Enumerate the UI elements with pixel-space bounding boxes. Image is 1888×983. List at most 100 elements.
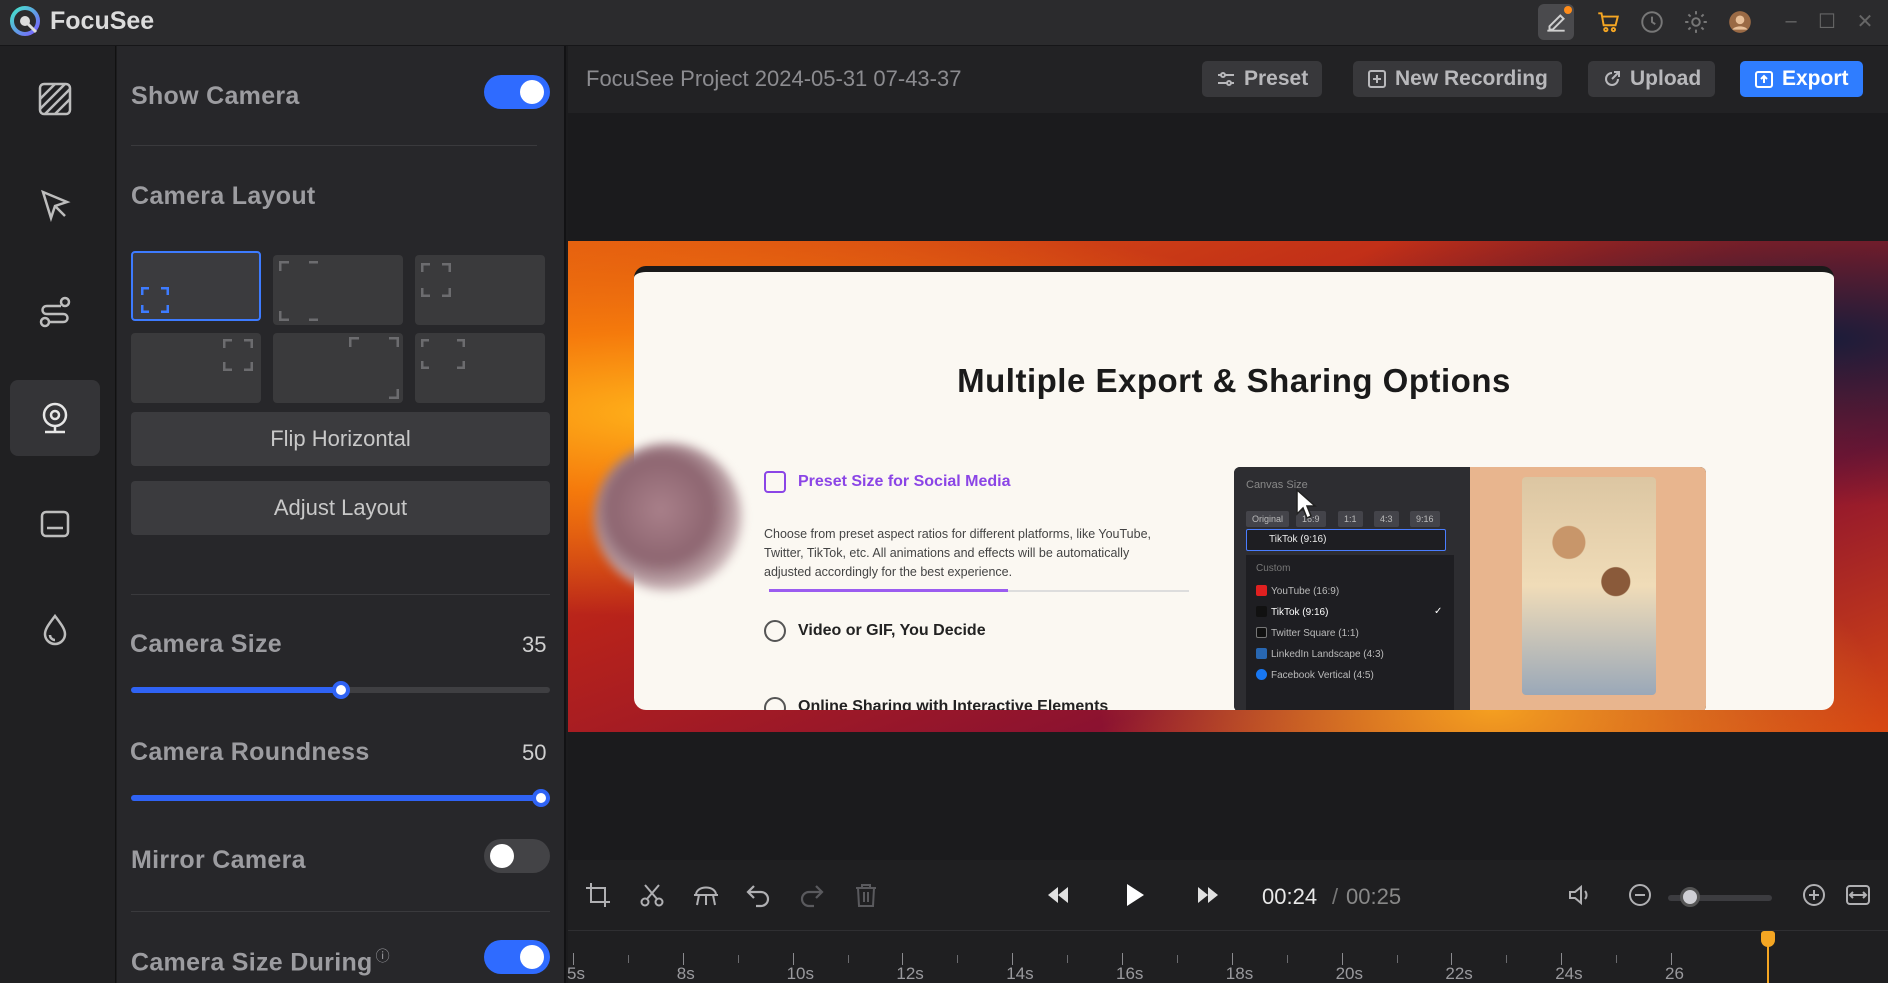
redo-icon bbox=[800, 885, 824, 908]
timeline-ruler[interactable]: 5s 8s 10s 12s 14s 16s 18s 20s 22s 24s 26 bbox=[567, 930, 1888, 983]
sliders-icon bbox=[1218, 72, 1234, 86]
mock-chip: 9:16 bbox=[1410, 511, 1440, 527]
camera-roundness-value: 50 bbox=[522, 740, 547, 765]
mouse-cursor-icon bbox=[1296, 488, 1317, 520]
rail-captions-button[interactable] bbox=[10, 486, 100, 562]
undo-button[interactable] bbox=[740, 877, 776, 913]
speed-button[interactable] bbox=[688, 877, 724, 913]
timeline-minor-tick bbox=[1506, 955, 1508, 963]
camera-overlay[interactable] bbox=[594, 443, 742, 591]
playhead-handle[interactable] bbox=[1761, 931, 1775, 947]
timeline-zoom-thumb[interactable] bbox=[1680, 887, 1700, 907]
flip-horizontal-button[interactable]: Flip Horizontal bbox=[131, 412, 550, 466]
camera-roundness-slider[interactable] bbox=[131, 789, 550, 807]
camera-size-value: 35 bbox=[522, 632, 547, 657]
annotate-icon[interactable] bbox=[1538, 4, 1574, 40]
layout-option-top-left-small[interactable] bbox=[415, 333, 545, 403]
project-name: FocuSee Project 2024-05-31 07-43-37 bbox=[586, 66, 962, 91]
check-icon: ✓ bbox=[1434, 606, 1443, 617]
volume-button[interactable] bbox=[1562, 877, 1598, 913]
caption-icon bbox=[40, 510, 70, 538]
timeline-minor-tick bbox=[627, 955, 629, 963]
upload-icon bbox=[1605, 71, 1620, 86]
user-avatar-icon[interactable] bbox=[1722, 4, 1758, 40]
minimize-button[interactable]: – bbox=[1776, 6, 1806, 36]
show-camera-toggle[interactable] bbox=[484, 75, 550, 109]
tool-rail bbox=[0, 46, 116, 983]
layout-option-top-left[interactable] bbox=[415, 255, 545, 325]
preset-button[interactable]: Preset bbox=[1202, 61, 1323, 97]
mock-chip: Original bbox=[1246, 511, 1290, 527]
preview-stage[interactable]: Multiple Export & Sharing Options Preset… bbox=[568, 113, 1888, 863]
rail-cursor-button[interactable] bbox=[10, 168, 100, 244]
upload-button[interactable]: Upload bbox=[1588, 61, 1716, 97]
rail-effects-button[interactable] bbox=[10, 592, 100, 668]
volume-icon bbox=[1569, 884, 1588, 906]
timeline-tick-label: 18s bbox=[1225, 964, 1254, 983]
recorded-screen: Multiple Export & Sharing Options Preset… bbox=[634, 266, 1834, 710]
new-recording-button[interactable]: New Recording bbox=[1353, 61, 1562, 97]
close-button[interactable]: ✕ bbox=[1850, 6, 1880, 36]
trash-icon bbox=[856, 884, 876, 907]
timeline-minor-tick bbox=[737, 955, 739, 963]
settings-gear-icon[interactable] bbox=[1678, 4, 1714, 40]
cart-icon[interactable] bbox=[1590, 4, 1626, 40]
fast-forward-button[interactable] bbox=[1190, 877, 1226, 913]
show-camera-label: Show Camera bbox=[131, 82, 300, 110]
feature-title-sharing: Online Sharing with Interactive Elements bbox=[798, 698, 1109, 710]
mirror-camera-toggle[interactable] bbox=[484, 839, 550, 873]
add-box-icon bbox=[1368, 70, 1386, 88]
fit-timeline-button[interactable] bbox=[1840, 877, 1876, 913]
zoom-in-icon bbox=[1803, 884, 1825, 906]
path-icon bbox=[39, 296, 71, 328]
current-time: 00:24 bbox=[1262, 884, 1318, 909]
layout-option-top-right[interactable] bbox=[131, 333, 261, 403]
playback-controls: 00:24 / 00:25 bbox=[568, 860, 1888, 930]
focusee-window: FocuSee – ☐ ✕ Show Camera Camera Layout … bbox=[0, 0, 1888, 983]
mock-option: Facebook Vertical (4:5) bbox=[1256, 669, 1374, 681]
history-icon[interactable] bbox=[1634, 4, 1670, 40]
cut-button[interactable] bbox=[634, 877, 670, 913]
info-icon[interactable]: ⓘ bbox=[376, 948, 390, 964]
layout-option-right-half[interactable] bbox=[273, 333, 403, 403]
title-bar: FocuSee – ☐ ✕ bbox=[0, 0, 1888, 46]
rail-camera-button[interactable] bbox=[10, 380, 100, 456]
timeline-minor-tick bbox=[1176, 955, 1178, 963]
fast-forward-icon bbox=[1198, 887, 1218, 903]
layout-option-left-half[interactable] bbox=[273, 255, 403, 325]
camera-roundness-slider-thumb[interactable] bbox=[532, 789, 550, 807]
adjust-layout-button[interactable]: Adjust Layout bbox=[131, 481, 550, 535]
play-button[interactable] bbox=[1116, 877, 1152, 913]
app-title: FocuSee bbox=[50, 7, 155, 35]
camera-size-slider[interactable] bbox=[131, 681, 550, 699]
rewind-button[interactable] bbox=[1040, 877, 1076, 913]
divider bbox=[131, 911, 550, 912]
timeline-minor-tick bbox=[847, 955, 849, 963]
layout-option-bottom-left[interactable] bbox=[131, 251, 261, 321]
feature-title-video-gif: Video or GIF, You Decide bbox=[798, 622, 986, 639]
camera-roundness-label: Camera Roundness bbox=[130, 738, 370, 766]
crop-button[interactable] bbox=[580, 877, 616, 913]
undo-icon bbox=[746, 885, 770, 908]
export-icon bbox=[1755, 71, 1773, 88]
export-button[interactable]: Export bbox=[1740, 61, 1863, 97]
maximize-button[interactable]: ☐ bbox=[1812, 6, 1842, 36]
rail-background-button[interactable] bbox=[10, 61, 100, 137]
mock-chip: 1:1 bbox=[1338, 511, 1363, 527]
preset-label: Preset bbox=[1244, 67, 1309, 90]
delete-button[interactable] bbox=[848, 877, 884, 913]
slide-title: Multiple Export & Sharing Options bbox=[957, 362, 1511, 399]
camera-size-label: Camera Size bbox=[130, 630, 282, 658]
camera-size-during-toggle[interactable] bbox=[484, 940, 550, 974]
zoom-in-button[interactable] bbox=[1796, 877, 1832, 913]
timeline-tick-label: 10s bbox=[786, 964, 815, 983]
zoom-out-button[interactable] bbox=[1622, 877, 1658, 913]
timeline-tick-label: 20s bbox=[1335, 964, 1364, 983]
redo-button[interactable] bbox=[794, 877, 830, 913]
mock-option: LinkedIn Landscape (4:3) bbox=[1256, 648, 1384, 660]
timeline-tick-label: 16s bbox=[1116, 964, 1144, 983]
rail-zoom-path-button[interactable] bbox=[10, 274, 100, 350]
camera-size-slider-thumb[interactable] bbox=[331, 681, 350, 699]
upload-label: Upload bbox=[1630, 67, 1702, 90]
share-icon bbox=[764, 697, 786, 710]
